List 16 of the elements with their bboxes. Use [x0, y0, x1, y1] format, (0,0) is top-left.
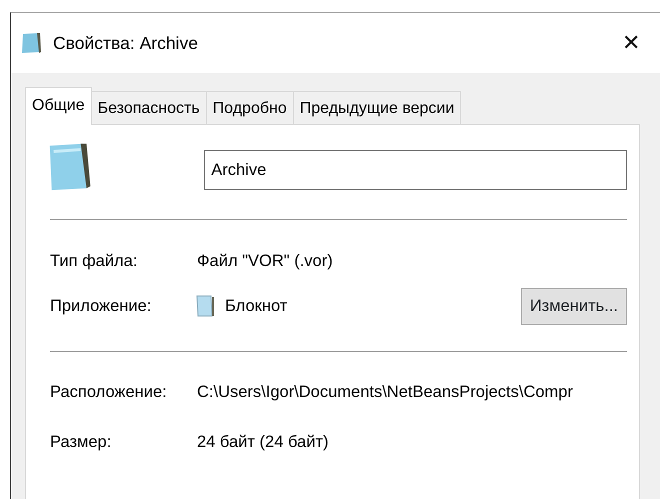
- field-value: Файл "VOR" (.vor): [197, 250, 333, 272]
- window-title: Свойства: Archive: [53, 32, 199, 55]
- notepad-icon: [195, 294, 215, 318]
- tab[interactable]: Предыдущие версии: [292, 91, 462, 124]
- field-value: 24 байт (24 байт): [197, 432, 328, 454]
- field-label: Тип файла:: [50, 250, 138, 272]
- tab[interactable]: Общие: [25, 87, 92, 125]
- close-button[interactable]: ✕: [614, 32, 648, 54]
- field-value: Блокнот: [225, 296, 288, 317]
- file-name-field[interactable]: Archive: [204, 150, 627, 190]
- notepad-icon: [19, 32, 43, 54]
- field-value: C:\Users\Igor\Documents\NetBeansProjects\Compr: [197, 382, 573, 404]
- field-label: Расположение:: [50, 382, 168, 404]
- field-label: Приложение:: [50, 296, 152, 317]
- field-label: Размер:: [50, 432, 112, 454]
- change-button[interactable]: Изменить...: [520, 288, 627, 325]
